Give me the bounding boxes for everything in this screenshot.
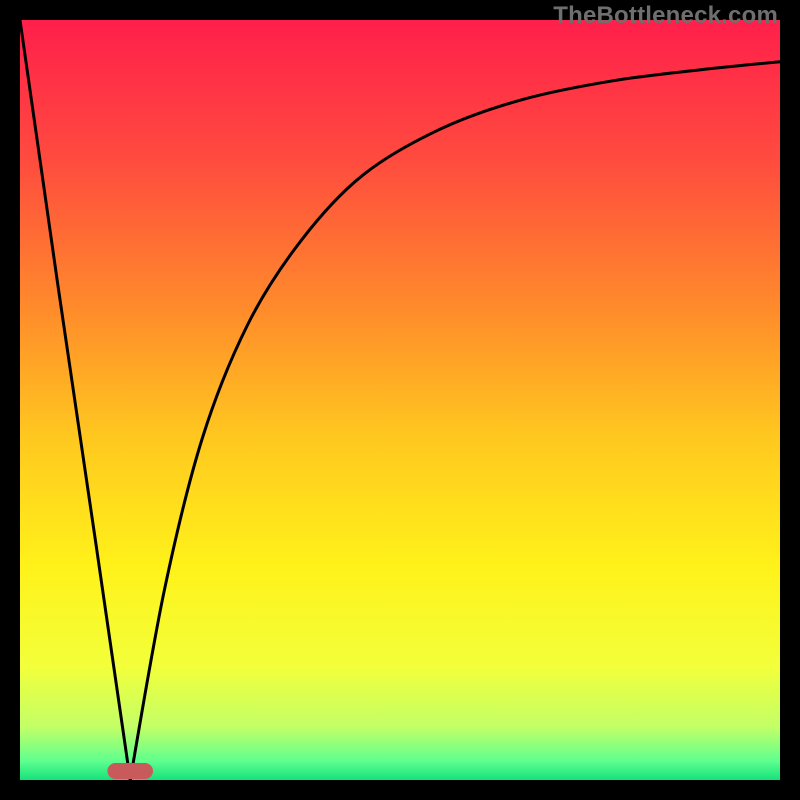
chart-svg [20, 20, 780, 780]
chart-frame: TheBottleneck.com [0, 0, 800, 800]
watermark-text: TheBottleneck.com [553, 2, 778, 30]
optimum-marker [107, 763, 153, 779]
plot-area [20, 20, 780, 780]
gradient-background [20, 20, 780, 780]
